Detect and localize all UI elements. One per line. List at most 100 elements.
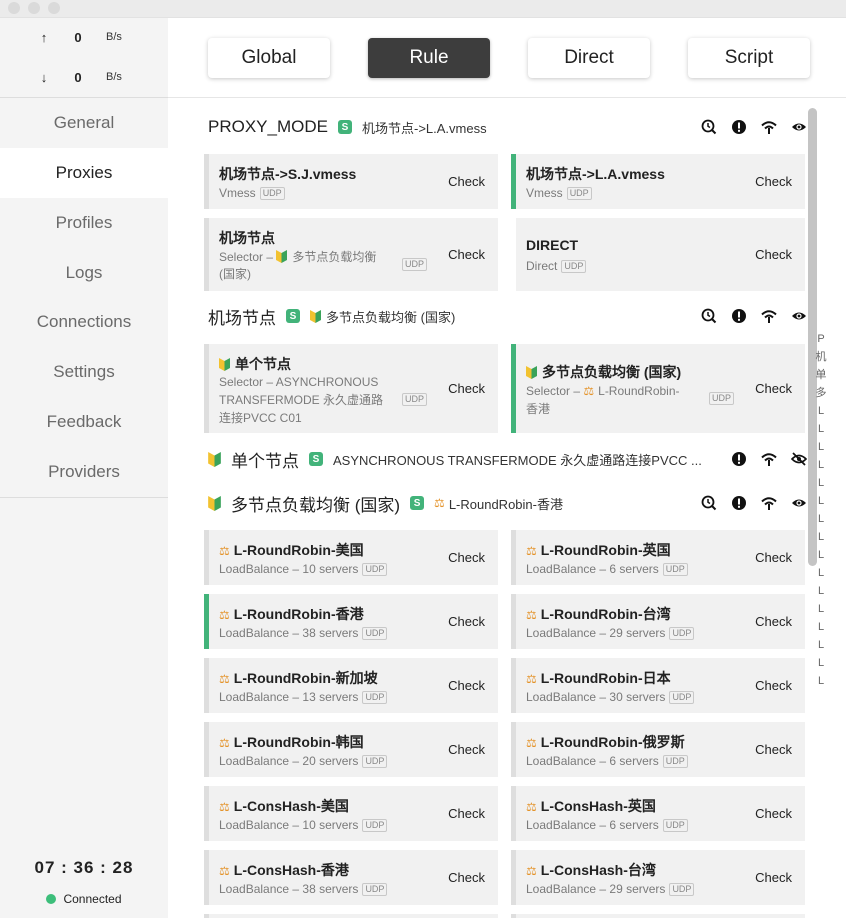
- proxy-card[interactable]: ⚖ L-RoundRobin-韩国 LoadBalance – 20 servers…: [204, 722, 498, 777]
- group-index-letter[interactable]: L: [818, 672, 824, 690]
- group-index-letter[interactable]: L: [818, 402, 824, 420]
- group-index-letter[interactable]: L: [818, 474, 824, 492]
- proxy-card-partial[interactable]: [204, 914, 498, 918]
- proxy-card[interactable]: ⚖ L-RoundRobin-日本 LoadBalance – 30 servers…: [511, 658, 805, 713]
- check-button[interactable]: Check: [755, 381, 792, 396]
- alert-icon[interactable]: [730, 307, 748, 325]
- alert-icon[interactable]: [730, 118, 748, 136]
- proxy-type: Selector – 多节点负载均衡: [219, 250, 377, 264]
- proxy-card[interactable]: DIRECT Direct UDP Check: [511, 218, 805, 291]
- check-button[interactable]: Check: [448, 870, 485, 885]
- zoom-window-button[interactable]: [48, 2, 60, 14]
- eye-icon[interactable]: [790, 494, 808, 512]
- group-index-letter[interactable]: L: [818, 582, 824, 600]
- group-actions: [718, 446, 808, 472]
- proxy-card[interactable]: ⚖ L-RoundRobin-台湾 LoadBalance – 29 servers…: [511, 594, 805, 649]
- proxies-content: PROXY_MODE S 机场节点->L.A.vmess 机场节点->S.J.v…: [168, 99, 846, 918]
- minimize-window-button[interactable]: [28, 2, 40, 14]
- group-index-letter[interactable]: L: [818, 510, 824, 528]
- sidebar-item-feedback[interactable]: Feedback: [0, 397, 168, 447]
- check-button[interactable]: Check: [448, 247, 485, 262]
- latency-test-icon[interactable]: [700, 118, 718, 136]
- check-button[interactable]: Check: [755, 870, 792, 885]
- check-button[interactable]: Check: [448, 381, 485, 396]
- check-button[interactable]: Check: [755, 806, 792, 821]
- status-text: Connected: [63, 892, 122, 906]
- check-button[interactable]: Check: [755, 247, 792, 262]
- group-index-letter[interactable]: L: [818, 492, 824, 510]
- proxy-name: ⚖ L-ConsHash-香港: [219, 862, 349, 878]
- group-index-letter[interactable]: L: [818, 654, 824, 672]
- mode-rule-button[interactable]: Rule: [368, 38, 490, 78]
- close-window-button[interactable]: [8, 2, 20, 14]
- check-button[interactable]: Check: [755, 614, 792, 629]
- latency-test-icon[interactable]: [700, 494, 718, 512]
- check-button[interactable]: Check: [448, 806, 485, 821]
- proxy-card[interactable]: ⚖ L-RoundRobin-俄罗斯 LoadBalance – 6 servers…: [511, 722, 805, 777]
- proxy-card-partial[interactable]: [511, 914, 805, 918]
- check-button[interactable]: Check: [448, 742, 485, 757]
- proxy-card[interactable]: ⚖ L-RoundRobin-美国 LoadBalance – 10 servers…: [204, 530, 498, 585]
- check-button[interactable]: Check: [755, 742, 792, 757]
- group-index-letter[interactable]: P: [817, 330, 824, 348]
- proxy-card[interactable]: ⚖ L-RoundRobin-新加坡 LoadBalance – 13 server…: [204, 658, 498, 713]
- signal-icon[interactable]: [760, 118, 778, 136]
- group-index-letter[interactable]: 机: [816, 348, 827, 366]
- sidebar-item-logs[interactable]: Logs: [0, 248, 168, 298]
- udp-badge: UDP: [561, 260, 587, 273]
- sidebar-item-providers[interactable]: Providers: [0, 447, 168, 497]
- group-index-letter[interactable]: L: [818, 618, 824, 636]
- sidebar-item-profiles[interactable]: Profiles: [0, 198, 168, 248]
- proxy-card[interactable]: 机场节点->S.J.vmess Vmess UDP Check: [204, 154, 498, 209]
- group-index-letter[interactable]: L: [818, 528, 824, 546]
- group-index-letter[interactable]: L: [818, 600, 824, 618]
- sidebar-item-settings[interactable]: Settings: [0, 347, 168, 397]
- mode-script-button[interactable]: Script: [688, 38, 810, 78]
- load-balance-icon: ⚖: [526, 608, 537, 622]
- eye-icon[interactable]: [790, 118, 808, 136]
- sidebar-item-general[interactable]: General: [0, 98, 168, 148]
- sidebar-item-connections[interactable]: Connections: [0, 297, 168, 347]
- check-button[interactable]: Check: [448, 614, 485, 629]
- proxy-card[interactable]: ⚖ L-ConsHash-英国 LoadBalance – 6 servers UDP…: [511, 786, 805, 841]
- check-button[interactable]: Check: [448, 174, 485, 189]
- check-button[interactable]: Check: [755, 174, 792, 189]
- signal-icon[interactable]: [760, 450, 778, 468]
- mode-direct-button[interactable]: Direct: [528, 38, 650, 78]
- eye-icon[interactable]: [790, 307, 808, 325]
- signal-icon[interactable]: [760, 494, 778, 512]
- proxy-name: 多节点负载均衡 (国家): [526, 362, 681, 382]
- group-index-letter[interactable]: L: [818, 438, 824, 456]
- group-index-bar[interactable]: P机单多LLLLLLLLLLLLLLLL: [814, 330, 828, 690]
- group-index-letter[interactable]: L: [818, 636, 824, 654]
- group-index-letter[interactable]: 单: [816, 366, 827, 384]
- mode-global-button[interactable]: Global: [208, 38, 330, 78]
- proxy-card[interactable]: ⚖ L-ConsHash-台湾 LoadBalance – 29 servers UD…: [511, 850, 805, 905]
- alert-icon[interactable]: [730, 450, 748, 468]
- proxy-card[interactable]: 机场节点 Selector – 多节点负载均衡 (国家) UDP Check: [204, 218, 498, 291]
- upload-unit: B/s: [106, 31, 122, 43]
- proxy-card-selected[interactable]: ⚖ L-RoundRobin-香港 LoadBalance – 38 servers…: [204, 594, 498, 649]
- check-button[interactable]: Check: [755, 678, 792, 693]
- proxy-card[interactable]: ⚖ L-RoundRobin-英国 LoadBalance – 6 servers U…: [511, 530, 805, 585]
- signal-icon[interactable]: [760, 307, 778, 325]
- group-index-letter[interactable]: L: [818, 420, 824, 438]
- proxy-type-cont: 连接PVCC C01: [219, 411, 302, 425]
- proxy-card[interactable]: ⚖ L-ConsHash-美国 LoadBalance – 10 servers UD…: [204, 786, 498, 841]
- group-index-letter[interactable]: L: [818, 546, 824, 564]
- proxy-card[interactable]: ⚖ L-ConsHash-香港 LoadBalance – 38 servers UD…: [204, 850, 498, 905]
- proxy-card[interactable]: 单个节点 Selector – ASYNCHRONOUS TRANSFERMOD…: [204, 344, 498, 433]
- check-button[interactable]: Check: [755, 550, 792, 565]
- check-button[interactable]: Check: [448, 678, 485, 693]
- proxy-card-selected[interactable]: 多节点负载均衡 (国家) Selector – ⚖ L-RoundRobin- 香…: [511, 344, 805, 433]
- sidebar-item-proxies[interactable]: Proxies: [0, 148, 168, 198]
- eye-off-icon[interactable]: [790, 450, 808, 468]
- alert-icon[interactable]: [730, 494, 748, 512]
- latency-test-icon[interactable]: [700, 307, 718, 325]
- proxy-card-selected[interactable]: 机场节点->L.A.vmess Vmess UDP Check: [511, 154, 805, 209]
- check-button[interactable]: Check: [448, 550, 485, 565]
- uptime-clock: 07 : 36 : 28: [34, 858, 134, 877]
- group-index-letter[interactable]: L: [818, 564, 824, 582]
- group-index-letter[interactable]: 多: [816, 384, 827, 402]
- group-index-letter[interactable]: L: [818, 456, 824, 474]
